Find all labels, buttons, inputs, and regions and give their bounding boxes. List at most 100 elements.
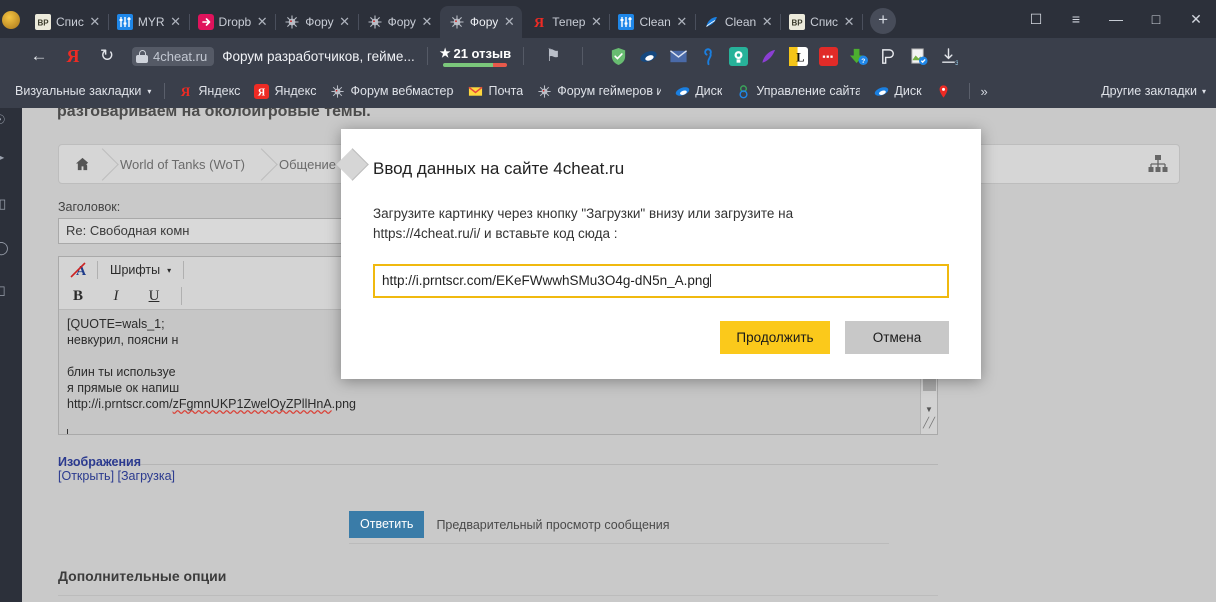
maps-pin-icon bbox=[939, 84, 947, 98]
tab-close-icon[interactable]: ✕ bbox=[503, 14, 515, 30]
fonts-dropdown[interactable]: Шрифты ▾ bbox=[104, 263, 177, 277]
reply-button[interactable]: Ответить bbox=[349, 511, 425, 538]
bookmark-item-1[interactable]: Я Яндекс bbox=[247, 81, 323, 102]
url-input[interactable]: http://i.prntscr.com/EKeFWwwhSMu3O4g-dN5… bbox=[373, 264, 949, 298]
bookmark-visual-tabs[interactable]: Визуальные закладки ▾ bbox=[8, 81, 158, 101]
lock-icon bbox=[136, 49, 148, 63]
tab-close-icon[interactable]: ✕ bbox=[843, 14, 855, 30]
pocket-icon[interactable] bbox=[879, 47, 898, 66]
images-links: [Открыть] [Загрузка] bbox=[58, 469, 938, 483]
lamp-icon[interactable] bbox=[729, 46, 749, 66]
tab-close-icon[interactable]: ✕ bbox=[339, 14, 351, 30]
tab-close-icon[interactable]: ✕ bbox=[89, 14, 101, 30]
tab-close-icon[interactable]: ✕ bbox=[170, 14, 182, 30]
bookmark-star-icon[interactable]: ⚑ bbox=[536, 41, 570, 71]
upload-images-link[interactable]: [Загрузка] bbox=[118, 469, 176, 483]
resize-grip-icon[interactable]: ╱╱ bbox=[921, 418, 937, 434]
collections-icon[interactable]: ☐ bbox=[1016, 5, 1056, 33]
tab-1[interactable]: MYR ✕ bbox=[108, 6, 190, 38]
adguard-shield-icon[interactable] bbox=[609, 47, 628, 66]
bookmark-item-2[interactable]: Форум вебмастеро bbox=[323, 81, 461, 102]
bookmark-item-5[interactable]: Диск bbox=[668, 81, 729, 102]
virus-icon bbox=[331, 84, 345, 98]
fonts-label: Шрифты bbox=[110, 263, 161, 277]
tab-4[interactable]: Фору ✕ bbox=[358, 6, 441, 38]
review-rating-bar bbox=[443, 62, 508, 67]
new-tab-button[interactable]: + bbox=[870, 8, 897, 34]
tab-3[interactable]: Фору ✕ bbox=[275, 6, 359, 38]
tab-9[interactable]: BP Спис ✕ bbox=[780, 6, 864, 38]
tab-6[interactable]: Я Тепер ✕ bbox=[522, 6, 611, 38]
minimize-icon[interactable]: — bbox=[1096, 5, 1136, 33]
rail-icon-3[interactable]: ◯ bbox=[0, 240, 9, 256]
tab-title: Clean bbox=[724, 15, 757, 29]
bookmarks-overflow-icon[interactable]: » bbox=[976, 84, 993, 99]
reload-button[interactable]: ↻ bbox=[90, 41, 124, 71]
svg-text:3: 3 bbox=[955, 60, 958, 66]
additional-options-title: Дополнительные опции bbox=[58, 568, 227, 584]
bookmark-label: Яндекс bbox=[274, 84, 317, 98]
preview-message-link[interactable]: Предварительный просмотр сообщения bbox=[424, 518, 669, 532]
maximize-icon[interactable]: □ bbox=[1136, 5, 1176, 33]
download-help-icon[interactable]: ? bbox=[849, 47, 869, 66]
mail-icon[interactable] bbox=[669, 47, 688, 66]
divider bbox=[58, 464, 938, 465]
tab-7[interactable]: Clean ✕ bbox=[609, 6, 696, 38]
remove-format-icon[interactable]: A bbox=[65, 259, 91, 281]
tab-0[interactable]: BP Спис ✕ bbox=[26, 6, 109, 38]
address-bar[interactable]: 4cheat.ru Форум разработчиков, гейме... bbox=[132, 46, 415, 66]
menu-icon[interactable]: ≡ bbox=[1056, 5, 1096, 33]
site-reviews-badge[interactable]: ★ 21 отзыв bbox=[440, 46, 511, 67]
vpn-icon[interactable] bbox=[639, 47, 658, 66]
rail-icon-0[interactable]: ☉ bbox=[0, 112, 6, 128]
tab-close-icon[interactable]: ✕ bbox=[761, 14, 773, 30]
bp-icon: BP bbox=[35, 14, 51, 30]
sitemap-icon[interactable] bbox=[1147, 154, 1169, 174]
dots-red-icon[interactable] bbox=[819, 46, 839, 66]
extensions-row: L ? 3 bbox=[609, 46, 958, 66]
dialog-buttons: Продолжить Отмена bbox=[373, 321, 949, 354]
rail-icon-1[interactable]: ➤ bbox=[0, 150, 5, 166]
rail-icon-2[interactable]: ◫ bbox=[0, 196, 6, 212]
download-count-icon[interactable]: 3 bbox=[939, 47, 958, 66]
chevron-down-icon: ▾ bbox=[167, 265, 172, 275]
image-check-icon[interactable] bbox=[909, 47, 928, 66]
profile-avatar[interactable] bbox=[2, 11, 20, 29]
tab-2[interactable]: Dropb ✕ bbox=[189, 6, 277, 38]
bookmark-item-7[interactable]: Диск bbox=[867, 81, 928, 102]
submit-row: Ответить Предварительный просмотр сообще… bbox=[349, 511, 889, 544]
address-domain: 4cheat.ru bbox=[153, 48, 208, 64]
divider bbox=[58, 595, 938, 596]
bookmark-item-4[interactable]: Форум геймеров и bbox=[530, 81, 668, 102]
tab-close-icon[interactable]: ✕ bbox=[590, 14, 602, 30]
bookmark-item-0[interactable]: Я Яндекс bbox=[171, 81, 247, 102]
back-button[interactable]: ← bbox=[22, 41, 56, 71]
tab-close-icon[interactable]: ✕ bbox=[256, 14, 268, 30]
ribbon-icon[interactable] bbox=[699, 47, 718, 66]
underline-button[interactable]: U bbox=[141, 285, 167, 307]
tab-5-active[interactable]: Фору ✕ bbox=[439, 6, 523, 38]
tab-8[interactable]: Clean ✕ bbox=[695, 6, 782, 38]
feather-icon[interactable] bbox=[759, 47, 778, 66]
cancel-button[interactable]: Отмена bbox=[845, 321, 949, 354]
italic-button[interactable]: I bbox=[103, 285, 129, 307]
continue-button[interactable]: Продолжить bbox=[720, 321, 830, 354]
other-bookmarks-button[interactable]: Другие закладки ▾ bbox=[1094, 81, 1216, 101]
rail-icon-4[interactable]: ☐ bbox=[0, 284, 6, 300]
close-window-icon[interactable]: ✕ bbox=[1176, 5, 1216, 33]
editor-caret-line bbox=[67, 412, 929, 428]
scroll-down-icon[interactable]: ▼ bbox=[921, 401, 937, 417]
site-security-chip[interactable]: 4cheat.ru bbox=[132, 46, 215, 66]
tab-close-icon[interactable]: ✕ bbox=[421, 14, 433, 30]
breadcrumb-home[interactable] bbox=[59, 145, 104, 183]
bookmark-item-8[interactable] bbox=[929, 81, 963, 102]
l-badge-icon[interactable]: L bbox=[789, 46, 809, 66]
bookmark-item-3[interactable]: Почта bbox=[461, 81, 530, 102]
bookmark-item-6[interactable]: Управление сайтам bbox=[729, 81, 867, 102]
bold-button[interactable]: B bbox=[65, 285, 91, 307]
tab-close-icon[interactable]: ✕ bbox=[676, 14, 688, 30]
breadcrumb-item-0[interactable]: World of Tanks (WoT) bbox=[104, 145, 263, 183]
yandex-home-icon[interactable]: Я bbox=[56, 41, 90, 71]
window-controls: ☐ ≡ — □ ✕ bbox=[1016, 5, 1216, 38]
open-images-link[interactable]: [Открыть] bbox=[58, 469, 114, 483]
